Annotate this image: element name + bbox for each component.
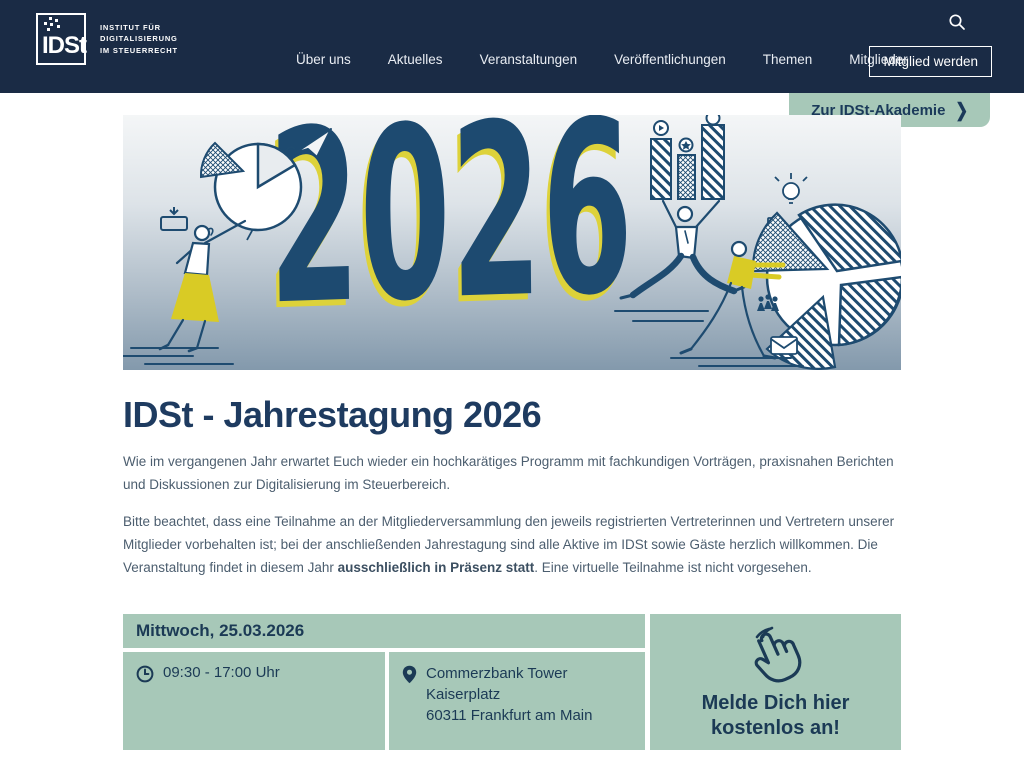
notice-bold-text: ausschließlich in Präsenz statt	[338, 560, 535, 575]
intro-paragraph: Wie im vergangenen Jahr erwartet Euch wi…	[123, 451, 901, 496]
event-row: Mittwoch, 25.03.2026 09:30 - 17:00 Uhr	[123, 614, 901, 750]
signup-button[interactable]: Melde Dich hier kostenlos an!	[650, 614, 901, 750]
lightbulb-icon	[775, 173, 807, 203]
event-time-text: 09:30 - 17:00 Uhr	[163, 664, 280, 681]
bar-chart-icons	[651, 115, 724, 199]
event-location: Commerzbank Tower Kaiserplatz 60311 Fran…	[385, 652, 645, 750]
nav-veroeffentlichungen[interactable]: Veröffentlichungen	[614, 52, 726, 67]
main-nav: Über uns Aktuelles Veranstaltungen Veröf…	[296, 52, 908, 67]
search-icon[interactable]	[948, 13, 966, 31]
nav-veranstaltungen[interactable]: Veranstaltungen	[480, 52, 578, 67]
logo-subtitle: INSTITUT FÜR DIGITALISIERUNG IM STEUERRE…	[100, 22, 178, 56]
signup-label: Melde Dich hier kostenlos an!	[702, 691, 850, 741]
event-time: 09:30 - 17:00 Uhr	[123, 652, 385, 750]
event-info-box: Mittwoch, 25.03.2026 09:30 - 17:00 Uhr	[123, 614, 645, 750]
main-content: 2026	[123, 115, 901, 750]
click-hand-icon	[733, 623, 819, 687]
location-venue: Commerzbank Tower	[426, 664, 592, 685]
nav-aktuelles[interactable]: Aktuelles	[388, 52, 443, 67]
logo[interactable]: IDSt INSTITUT FÜR DIGITALISIERUNG IM STE…	[36, 13, 178, 65]
speed-lines-runner	[615, 311, 708, 321]
location-pin-icon	[402, 665, 417, 684]
woman-figure	[160, 221, 245, 351]
location-city: 60311 Frankfurt am Main	[426, 706, 592, 727]
logo-acronym: IDSt	[42, 32, 86, 60]
inbox-icon	[161, 207, 187, 230]
header: IDSt INSTITUT FÜR DIGITALISIERUNG IM STE…	[0, 0, 1024, 93]
envelope-icon	[771, 337, 797, 354]
location-street: Kaiserplatz	[426, 685, 592, 706]
paper-plane-icon	[283, 129, 331, 157]
hero-illustration	[123, 115, 901, 370]
event-details: 09:30 - 17:00 Uhr Commerzbank Tower Kais…	[123, 652, 645, 750]
logo-pixel-dots	[41, 17, 63, 33]
chevron-right-icon: ❯	[955, 99, 968, 122]
event-location-lines: Commerzbank Tower Kaiserplatz 60311 Fran…	[426, 664, 592, 726]
hero-banner: 2026	[123, 115, 901, 370]
nav-themen[interactable]: Themen	[763, 52, 813, 67]
notice-paragraph: Bitte beachtet, dass eine Teilnahme an d…	[123, 511, 901, 579]
clock-icon	[136, 665, 154, 683]
event-date: Mittwoch, 25.03.2026	[123, 614, 645, 652]
runner-figure	[621, 201, 744, 298]
pie-balloon	[201, 143, 301, 240]
speed-lines-left	[123, 348, 233, 364]
mitglied-werden-button[interactable]: Mitglied werden	[869, 46, 992, 77]
logo-box: IDSt	[36, 13, 86, 65]
page-title: IDSt - Jahrestagung 2026	[123, 394, 901, 436]
nav-ueber-uns[interactable]: Über uns	[296, 52, 351, 67]
